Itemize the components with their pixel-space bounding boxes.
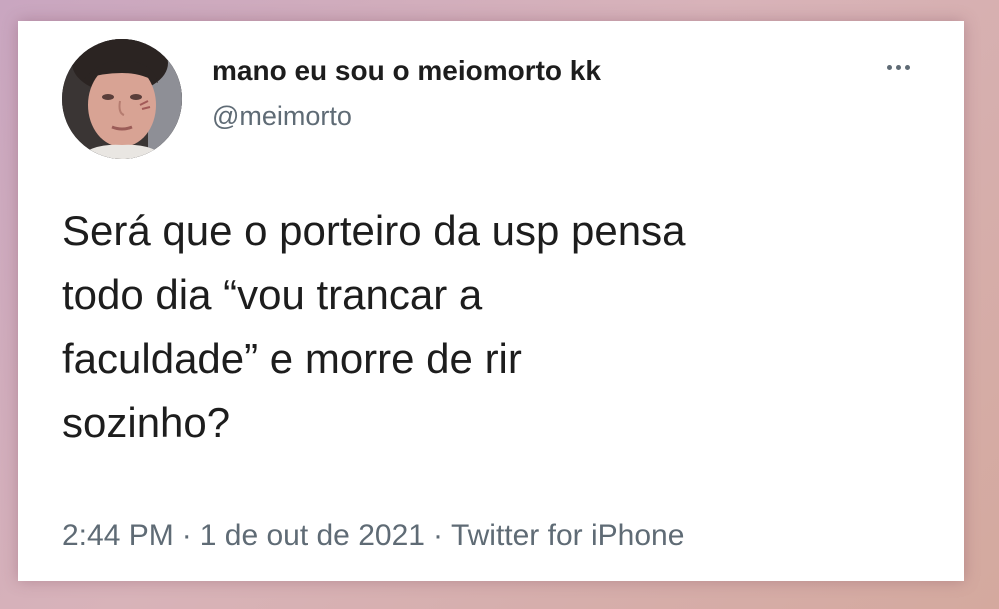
separator: · — [181, 519, 192, 552]
tweet-text-line: todo dia “vou trancar a — [62, 271, 483, 318]
tweet-metadata: 2:44 PM · 1 de out de 2021 · Twitter for iPh… — [62, 519, 684, 553]
tweet-text-line: faculdade” e morre de rir — [62, 335, 522, 382]
tweet-text-line: sozinho? — [62, 399, 231, 446]
tweet-source[interactable]: Twitter for iPhone — [451, 519, 684, 552]
tweet-text-line: Será que o porteiro da usp pensa — [62, 207, 686, 254]
tweet-date[interactable]: 1 de out de 2021 — [200, 519, 425, 552]
tweet-time[interactable]: 2:44 PM — [62, 519, 174, 552]
display-name[interactable]: mano eu sou o meiomorto kk — [212, 55, 601, 87]
tweet-card: mano eu sou o meiomorto kk @meimorto Ser… — [18, 21, 964, 581]
tweet-text: Será que o porteiro da usp pensa todo di… — [62, 199, 942, 455]
separator: · — [432, 519, 443, 552]
dot — [886, 64, 892, 70]
avatar[interactable] — [62, 39, 182, 159]
more-options-icon[interactable] — [878, 55, 918, 79]
user-handle[interactable]: @meimorto — [212, 101, 352, 132]
dot — [895, 64, 901, 70]
dot — [904, 64, 910, 70]
avatar-image — [62, 39, 182, 159]
